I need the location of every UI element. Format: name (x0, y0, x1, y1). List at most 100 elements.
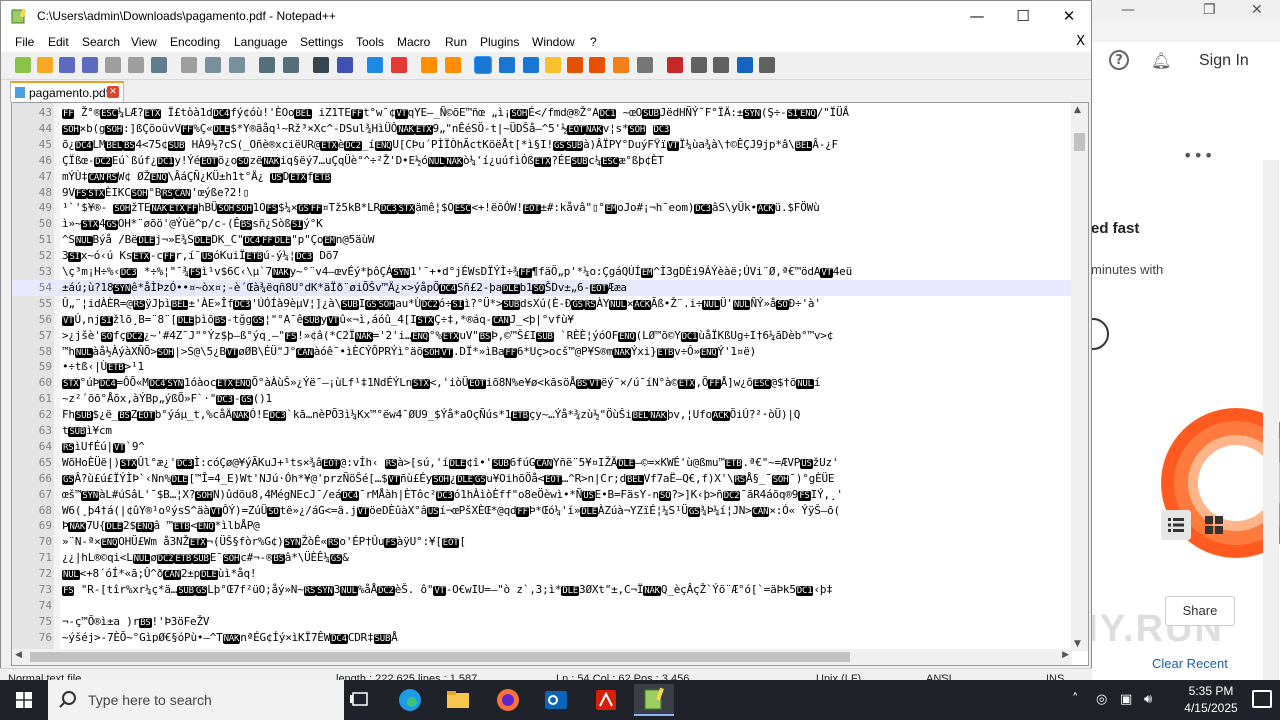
save-icon[interactable] (59, 57, 75, 73)
notification-icon[interactable] (1252, 690, 1272, 708)
editor-line[interactable]: 71 ¿¿|hL®©qi<LNULøDC2 ETB SUBE¯SOHc#¬-®BSâ*… (12, 550, 1072, 566)
line-text[interactable]: ±áú;ù?18SYNê*åÌÞzÓ••¤~òx¤;-è´Œà¾ëqñ8U°dK… (62, 280, 627, 297)
line-text[interactable]: ÞNAK7U{DLE2$ENQâ ™ETB<ENQ*ìlbÅP@ (62, 518, 260, 535)
editor-line[interactable]: 59 •÷tß‹|ÙETB>¹1 (12, 359, 1072, 375)
notepadpp-taskbar-button[interactable] (634, 684, 674, 716)
editor-line[interactable]: 72 NUL<+8´óÍ*«ã;Û^ðCAN2±pDLEùì*åq! (12, 566, 1072, 582)
editor-line[interactable]: 47 mÝÙ‡CAN RSW¢ ØŽENQ\ÂáÇÑ¿KÜ±h1t°Ä¿ USDET… (12, 169, 1072, 185)
replace-icon[interactable] (337, 57, 353, 73)
clear-recent-link[interactable]: Clear Recent (1152, 656, 1228, 671)
menu-tools[interactable]: Tools (356, 35, 384, 49)
word-wrap-icon[interactable] (474, 56, 492, 74)
editor-line[interactable]: 67 œš™SYNàL#úSâL'¯$B…¦X?SOHN)ûdõu8,4MégNE… (12, 487, 1072, 503)
undo-icon[interactable] (259, 57, 275, 73)
redo-icon[interactable] (283, 57, 299, 73)
line-text[interactable]: 3SIx~ó‹ú KsETX-cFFr,í¯USóKuiÏETBú-ý¼¦DC3… (62, 248, 339, 265)
edge-button[interactable] (390, 684, 430, 716)
editor-line[interactable]: 73 FS "R-[tîr%xr¼ç*ä…SUB GSLþ°Œ7f²üO;åý»N~… (12, 582, 1072, 598)
network-icon[interactable]: ▣ (1120, 692, 1132, 707)
minimize-button[interactable]: — (954, 1, 1000, 32)
editor-line[interactable]: 56 VTÚ,njSIžlõ¸B=¨8¨[DLEþìõBS-tğgGS¦"°A¯ê… (12, 312, 1072, 328)
editor-line[interactable]: 66 GSÂ?ù£ú£ÏÝÌÞ`‹Nn%DLE[™Î=4_E)Wt'NJú·Óh*… (12, 471, 1072, 487)
zoom-out-icon[interactable] (391, 57, 407, 73)
browser-scrollbar[interactable] (1263, 160, 1279, 720)
line-text[interactable]: œš™SYNàL#úSâL'¯$B…¦X?SOHN)ûdõu8,4MégNEcJ… (62, 487, 843, 504)
list-view-button[interactable] (1161, 510, 1191, 540)
monitoring-icon[interactable] (637, 57, 653, 73)
menu-settings[interactable]: Settings (300, 35, 343, 49)
restore-icon[interactable]: ❐ (1203, 2, 1216, 18)
line-text[interactable]: VTÚ,njSIžlõ¸B=¨8¨[DLEþìõBS-tğgGS¦"°A¯êSU… (62, 312, 574, 329)
paste-icon[interactable] (229, 57, 245, 73)
line-text[interactable]: ~ýšéj>-7ÈÕ~°GìpØ€§óPù•—^TNAKnªÉG¢Íý×ìKÏ7… (62, 630, 398, 647)
tab-pagamento-pdf[interactable]: pagamento.pdf ✕ (10, 81, 124, 102)
line-text[interactable]: mÝÙ‡CAN RSW¢ ØŽENQ\ÂáÇÑ¿KÜ±h1t°Ä¿ USDETXf… (62, 169, 331, 186)
open-file-icon[interactable] (37, 57, 53, 73)
horizontal-scrollbar[interactable]: ◀ ▶ (12, 649, 1072, 665)
line-text[interactable]: •÷tß‹|ÙETB>¹1 (62, 359, 144, 376)
scroll-right-icon[interactable]: ▶ (1062, 650, 1069, 660)
line-text[interactable]: RSìUfÉú|VT`9^ (62, 439, 145, 456)
line-text[interactable]: ™hNULàå½ÀýàXÑÕ>SOH|>S@\5¿BVTøØB\ÉÜ"J°CAN… (62, 344, 756, 361)
cut-icon[interactable] (181, 57, 197, 73)
run-macro-multiple-icon[interactable] (737, 57, 753, 73)
line-text[interactable]: ¹`'$¥®- SOHžTENAK ETX FFhBÜSOH SOH1OFS$¼×GS… (62, 200, 820, 217)
line-text[interactable]: STX°úÞDC4=ÔÕ«MDC4 SYN1óàocETX ENQÕ°àÀùŠ»¿Ý… (62, 375, 821, 392)
menu-plugins[interactable]: Plugins (480, 35, 519, 49)
editor-line[interactable]: 52 3SIx~ó‹ú KsETX-cFFr,í¯USóKuiÏETBú-ý¼¦D… (12, 248, 1072, 264)
sync-h-icon[interactable] (445, 57, 461, 73)
record-macro-icon[interactable] (667, 57, 683, 73)
close-button[interactable]: ✕ (1046, 1, 1092, 32)
line-text[interactable]: \ç³m¡H÷%‹DC3 *÷%¦"¯¾FSì¹v$6C‹\µ`7NAKy~°¨… (62, 264, 852, 281)
scroll-left-icon[interactable]: ◀ (15, 650, 22, 660)
find-icon[interactable] (313, 57, 329, 73)
line-text[interactable]: ¬-ç™Õ®ì±a )rBS!'Þ3öFeŽV (62, 614, 210, 631)
show-all-chars-icon[interactable] (499, 57, 515, 73)
copy-icon[interactable] (205, 57, 221, 73)
editor-line[interactable]: 62 FhSUB$¿ë_BSZEOTb°ýáµ_t,%cåÄNAKÓ!EDC3`k… (12, 407, 1072, 423)
editor-line[interactable]: 63 tSUBì¥cm (12, 423, 1072, 439)
close-icon[interactable] (105, 57, 121, 73)
editor-line[interactable]: 70 »¨N-ª×ENQOHÜ£Wm å3NŽETX¬(ÜŠ§fòr%G¢)SYN… (12, 534, 1072, 550)
line-text[interactable]: FS "R-[tîr%xr¼ç*ä…SUB GSLþ°Œ7f²üO;åý»N~RS… (62, 582, 833, 599)
line-text[interactable]: FhSUB$¿ë_BSZEOTb°ýáµ_t,%cåÄNAKÓ!EDC3`kã…… (62, 407, 800, 424)
indent-guide-icon[interactable] (523, 57, 539, 73)
chevron-up-icon[interactable]: ˄ (1072, 692, 1079, 707)
editor-line[interactable]: 65 WõHoÈÜë|)STXÛl°æ¿'DC3Ì:cóÇø@¥ýÃKuJ+¹ts… (12, 455, 1072, 471)
tab-close-icon[interactable]: ✕ (107, 86, 119, 98)
editor-line[interactable]: 55 Û„¨¦idÀÈR=@RSÿJþìBEL±'ÀE»ÎfDC3'ÚÓÍà9èµ… (12, 296, 1072, 312)
line-text[interactable]: ^SNULBýå /BëDLEj¬»E¾SDLEDK_C"DC4 FF DLE"p"… (62, 232, 375, 249)
minimize-icon[interactable]: — (1121, 2, 1135, 18)
line-text[interactable]: >¿jšè'SOfçDC2¿~'#4Z¯J"°Ýz$þ–ß°ýq¸–"FS!»¢… (62, 328, 833, 345)
editor-line[interactable]: 45 õ¿DC4LMBEL BS4<75¢SUB HÀ9½?cS(_Oñè®xcië… (12, 137, 1072, 153)
play-macro-icon[interactable] (713, 57, 729, 73)
editor-line[interactable]: 74 (12, 598, 1072, 614)
menu-view[interactable]: View (131, 35, 157, 49)
line-text[interactable]: FF Ž°®ESC¼LÆ?ETX Ï£tòà1dDC4fý¢óù!'ÈOoBEL… (62, 105, 849, 122)
volume-icon[interactable]: 🔊︎ (1144, 692, 1152, 707)
h-scroll-thumb[interactable] (30, 652, 850, 662)
editor-line[interactable]: 75 ¬-ç™Õ®ì±a )rBS!'Þ3öFeŽV (12, 614, 1072, 630)
editor-line[interactable]: 53 \ç³m¡H÷%‹DC3 *÷%¦"¯¾FSì¹v$6C‹\µ`7NAKy~… (12, 264, 1072, 280)
menu-window[interactable]: Window (532, 35, 575, 49)
line-text[interactable]: ~z²´õõ°Åõx,àÝBp„ýßÕ»F`·"DC3-GS()1 (62, 391, 272, 408)
new-file-icon[interactable] (15, 57, 31, 73)
editor-line[interactable]: 76 ~ýšéj>-7ÈÕ~°GìpØ€§óPù•—^TNAKnªÉG¢Íý×ìK… (12, 630, 1072, 646)
maximize-button[interactable]: ☐ (1000, 1, 1046, 32)
meet-now-icon[interactable]: ◎ (1096, 692, 1107, 707)
vertical-scrollbar[interactable]: ▲ ▼ (1071, 103, 1088, 651)
scroll-up-icon[interactable]: ▲ (1074, 105, 1081, 115)
bell-icon[interactable]: 🔔︎ (1151, 52, 1171, 70)
menu-edit[interactable]: Edit (48, 35, 69, 49)
scroll-thumb[interactable] (1074, 133, 1085, 151)
file-explorer-button[interactable] (438, 684, 478, 716)
clock-date[interactable]: 4/15/2025 (1178, 701, 1244, 715)
sign-in-link[interactable]: Sign In (1199, 52, 1249, 70)
start-button[interactable] (0, 680, 48, 720)
menu-run[interactable]: Run (445, 35, 467, 49)
editor-line[interactable]: 54 ±áú;ù?18SYNê*åÌÞzÓ••¤~òx¤;-è´Œà¾ëqñ8U°… (12, 279, 1072, 297)
close-document-button[interactable]: X (1076, 34, 1085, 49)
doc-map-icon[interactable] (567, 57, 583, 73)
line-text[interactable]: ÇÏßœ-DC2Eú`ßúf¿DC1y!ÝéEOTõ¿oSOzëNAKiq§ëý… (62, 153, 664, 170)
editor-line[interactable]: 68 W6(¸þ4†á(|¢ûY®¹oºýsS^äàVTÔÝ)=ZúÜSOtë»¿… (12, 503, 1072, 519)
